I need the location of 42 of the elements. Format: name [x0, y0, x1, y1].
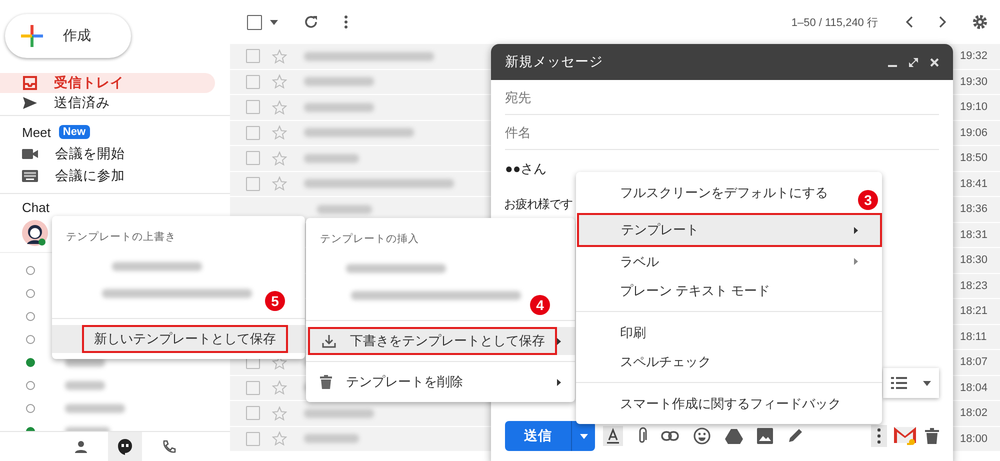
section-title: Chat: [22, 200, 50, 216]
nav-item[interactable]: 送信済み: [0, 93, 215, 113]
mail-time: 19:10: [960, 101, 988, 114]
mail-time: 18:02: [960, 407, 988, 420]
menu-header: テンプレートの挿入: [319, 232, 419, 247]
menu-header: テンプレートの上書き: [65, 230, 176, 245]
step-badge: 3: [858, 190, 878, 210]
mail-time: 19:32: [960, 50, 988, 62]
compose-button[interactable]: 作成: [5, 14, 131, 58]
pagination-text: 1–50 / 115,240 行: [791, 16, 878, 30]
menu-item[interactable]: テンプレートを削除: [306, 368, 575, 396]
mail-time: 19:30: [960, 76, 988, 88]
nav-item[interactable]: 受信トレイ: [0, 73, 215, 93]
mail-time: 18:41: [960, 178, 988, 190]
mail-time: 19:06: [960, 126, 988, 139]
mail-time: 18:31: [960, 228, 988, 241]
mail-time: 18:04: [960, 382, 988, 394]
menu-item[interactable]: ラベル: [576, 247, 882, 276]
mail-time: 18:07: [960, 356, 988, 368]
menu-item[interactable]: テンプレート: [577, 213, 882, 247]
menu-item[interactable]: フルスクリーンをデフォルトにする: [576, 178, 844, 207]
section-title: Meet: [22, 124, 51, 140]
step-badge: 5: [265, 291, 285, 311]
menu-item[interactable]: スペルチェック: [576, 347, 727, 376]
mail-time: 18:50: [960, 152, 988, 164]
mail-time: 18:36: [960, 203, 988, 216]
mail-time: 18:30: [960, 254, 988, 266]
body-text: ●●さん: [505, 160, 547, 178]
mail-time: 18:00: [960, 432, 988, 445]
mail-time: 18:11: [960, 330, 987, 343]
window-title: 新規メッセージ: [505, 53, 603, 71]
meet-item[interactable]: 会議を開始: [22, 143, 230, 165]
menu-item[interactable]: プレーン テキスト モード: [576, 276, 786, 305]
mail-time: 18:23: [960, 280, 988, 292]
mail-time: 18:21: [960, 305, 988, 318]
send-button[interactable]: 送信: [505, 421, 571, 451]
new-badge: New: [58, 125, 90, 139]
menu-item[interactable]: スマート作成に関するフィードバック: [576, 389, 857, 418]
step-badge: 4: [530, 295, 550, 315]
meet-item[interactable]: 会議に参加: [22, 165, 230, 187]
body-text: お疲れ様です: [504, 196, 572, 213]
menu-item[interactable]: 印刷: [576, 318, 662, 347]
